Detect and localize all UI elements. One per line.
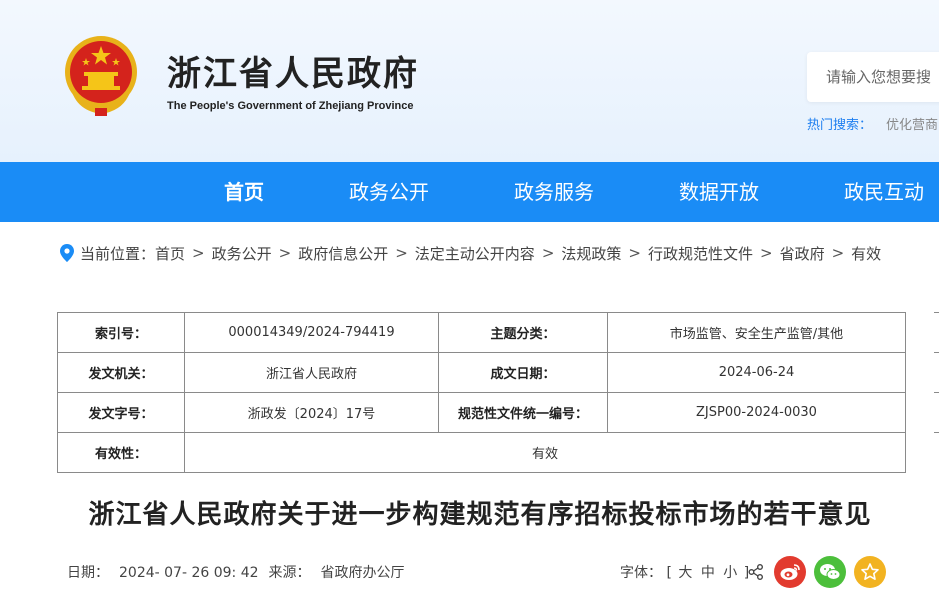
document-info-table: 索引号： 000014349/2024-794419 主题分类： 市场监管、安全…: [57, 312, 906, 473]
docno-value: 浙政发〔2024〕17号: [184, 392, 439, 433]
weibo-icon: [780, 564, 800, 580]
breadcrumb-item[interactable]: 法定主动公开内容: [415, 243, 535, 264]
breadcrumb-item[interactable]: 省政府: [780, 243, 825, 264]
code-value: ZJSP00-2024-0030: [607, 392, 906, 433]
breadcrumb-item[interactable]: 行政规范性文件: [648, 243, 753, 264]
index-label: 索引号：: [57, 312, 185, 353]
font-size-bracket-open: [: [666, 565, 672, 581]
breadcrumb-item[interactable]: 政务公开: [212, 243, 272, 264]
breadcrumb-item[interactable]: 有效: [851, 243, 881, 264]
font-size-medium-button[interactable]: 中: [701, 565, 715, 581]
emblem-icon[interactable]: [62, 34, 140, 118]
breadcrumb-separator: >: [541, 244, 555, 262]
site-subtitle: The People's Government of Zhejiang Prov…: [167, 100, 414, 112]
docno-label: 发文字号：: [57, 392, 185, 433]
topic-label: 主题分类：: [438, 312, 608, 353]
validity-label: 有效性：: [57, 432, 185, 473]
issuer-value: 浙江省人民政府: [184, 352, 439, 393]
nav-item-interaction[interactable]: 政民互动: [844, 162, 924, 222]
wechat-icon: [820, 564, 841, 580]
index-value: 000014349/2024-794419: [184, 312, 439, 353]
location-pin-icon: [60, 244, 74, 262]
table-row: 发文机关： 浙江省人民政府 成文日期： 2024-06-24: [57, 352, 906, 393]
font-size-label: 字体：: [620, 565, 662, 581]
table-row: 索引号： 000014349/2024-794419 主题分类： 市场监管、安全…: [57, 312, 906, 353]
date-meta-value: 2024- 07- 26 09: 42: [119, 565, 259, 581]
nav-item-home[interactable]: 首页: [224, 162, 264, 222]
breadcrumb-separator: >: [192, 244, 205, 262]
nav-item-gov-affairs-open[interactable]: 政务公开: [349, 162, 429, 222]
favorite-button[interactable]: [854, 556, 886, 588]
side-divider: [934, 312, 939, 472]
breadcrumb-item[interactable]: 政府信息公开: [298, 243, 388, 264]
share-icon[interactable]: [747, 563, 765, 581]
source-value: 省政府办公厅: [320, 565, 405, 581]
table-row: 发文字号： 浙政发〔2024〕17号 规范性文件统一编号： ZJSP00-202…: [57, 392, 906, 433]
search-input[interactable]: [807, 52, 939, 102]
validity-value: 有效: [184, 432, 906, 473]
breadcrumb-separator: >: [760, 244, 773, 262]
font-size-small-button[interactable]: 小: [723, 565, 737, 581]
main-nav: 首页 政务公开 政务服务 数据开放 政民互动: [0, 162, 939, 222]
breadcrumb: 当前位置： 首页 > 政务公开 > 政府信息公开 > 法定主动公开内容 > 法规…: [60, 242, 881, 264]
weibo-share-button[interactable]: [774, 556, 806, 588]
search-box: [807, 52, 939, 102]
star-icon: [861, 563, 879, 581]
article-meta: 日期： 2024- 07- 26 09: 42 来源： 省政府办公厅: [67, 562, 415, 582]
date-meta-label: 日期：: [67, 565, 109, 581]
source-label: 来源：: [268, 565, 311, 581]
breadcrumb-separator: >: [628, 244, 641, 262]
issuer-label: 发文机关：: [57, 352, 185, 393]
topic-value: 市场监管、安全生产监管/其他: [607, 312, 906, 353]
breadcrumb-separator: >: [831, 244, 845, 262]
article-title: 浙江省人民政府关于进一步构建规范有序招标投标市场的若干意见: [88, 500, 872, 530]
site-title[interactable]: 浙江省人民政府: [167, 46, 419, 95]
nav-item-gov-services[interactable]: 政务服务: [514, 162, 594, 222]
site-header: 浙江省人民政府 The People's Government of Zheji…: [0, 0, 939, 162]
nav-item-open-data[interactable]: 数据开放: [679, 162, 759, 222]
hot-search-label: 热门搜索：: [807, 118, 873, 133]
hot-search-item[interactable]: 优化营商: [886, 118, 938, 133]
font-size-large-button[interactable]: 大: [678, 565, 692, 581]
date-value: 2024-06-24: [607, 352, 906, 393]
table-row: 有效性： 有效: [57, 432, 906, 473]
breadcrumb-item[interactable]: 首页: [155, 243, 185, 264]
wechat-share-button[interactable]: [814, 556, 846, 588]
date-label: 成文日期：: [438, 352, 608, 393]
code-label: 规范性文件统一编号：: [438, 392, 608, 433]
hot-search: 热门搜索： 优化营商: [807, 114, 938, 133]
breadcrumb-item[interactable]: 法规政策: [561, 243, 621, 264]
breadcrumb-prefix: 当前位置：: [80, 244, 156, 263]
breadcrumb-separator: >: [395, 244, 408, 262]
font-size-control: 字体： [ 大 中 小 ]: [620, 562, 749, 582]
breadcrumb-separator: >: [278, 244, 292, 262]
